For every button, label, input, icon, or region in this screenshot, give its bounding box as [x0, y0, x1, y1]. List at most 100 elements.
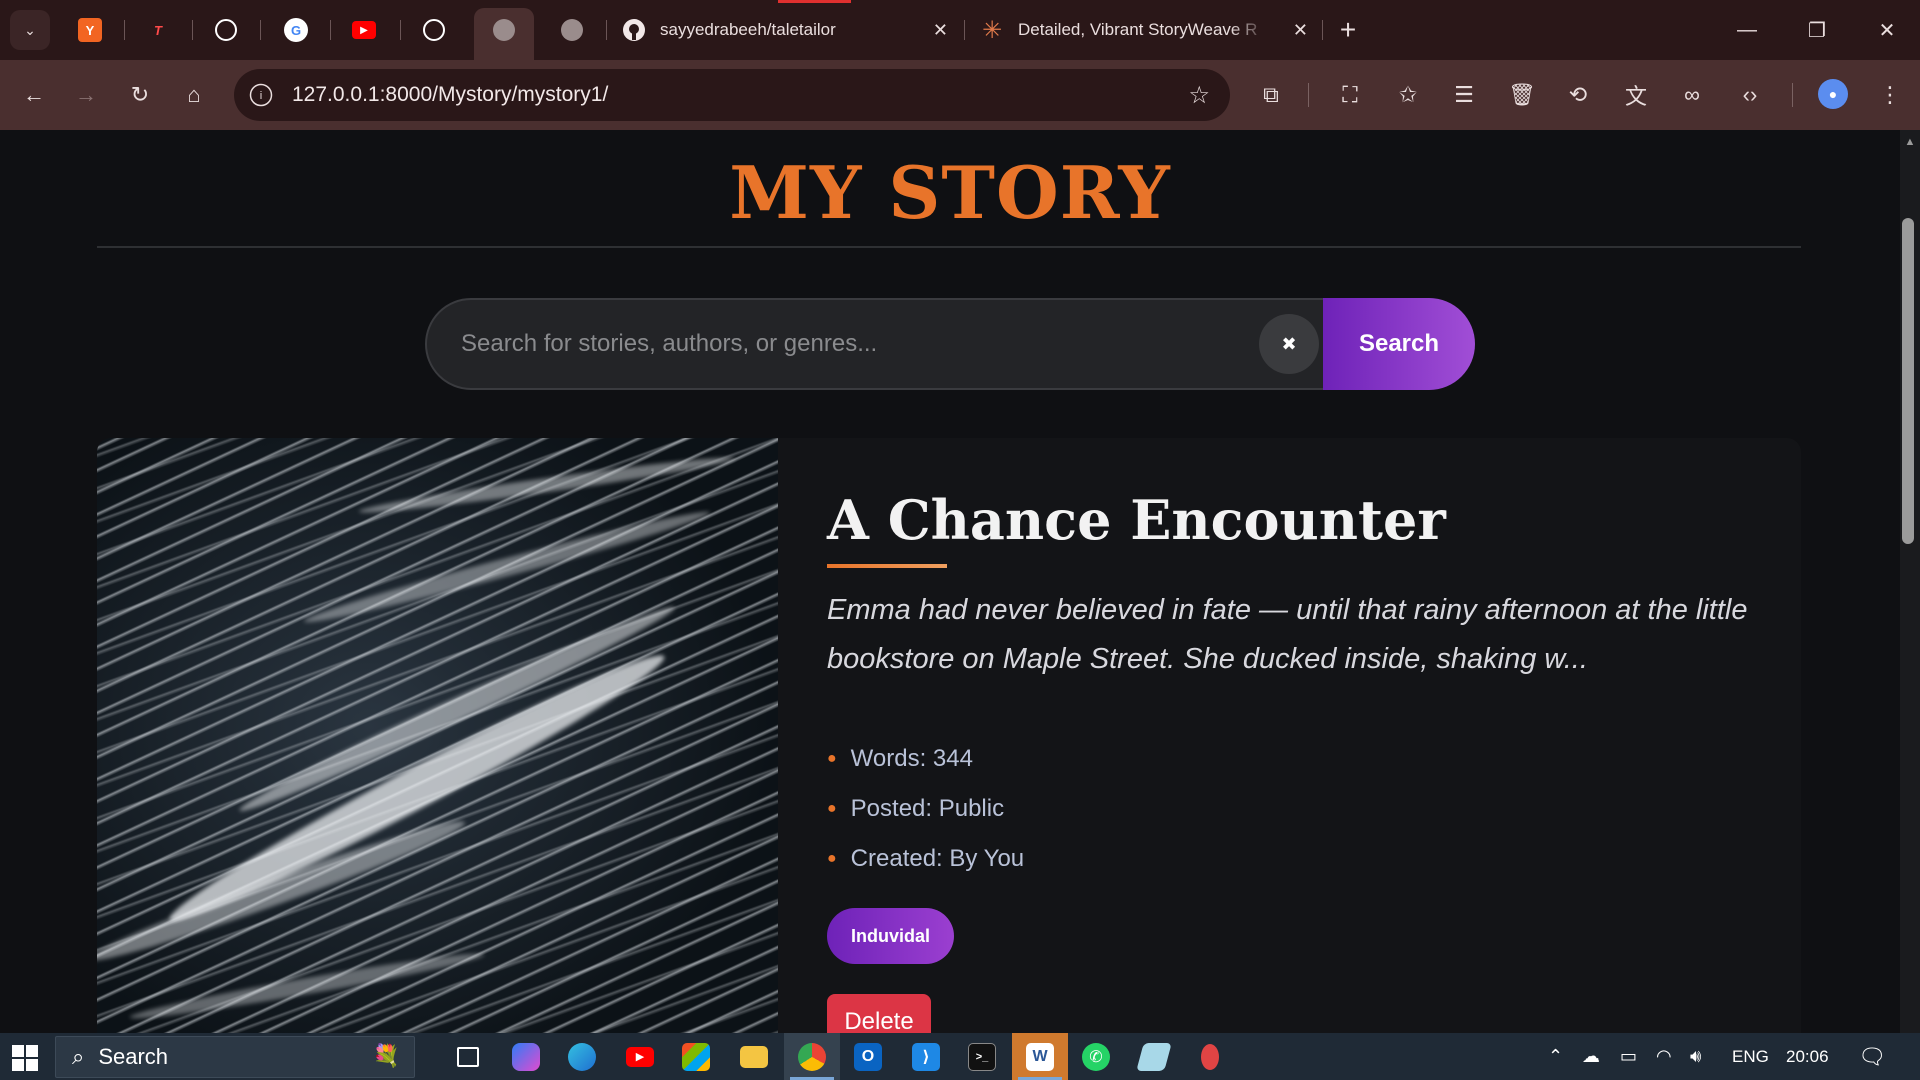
favorites-icon[interactable]: ✩ [1390, 77, 1426, 113]
toolbar-separator [1792, 83, 1793, 107]
address-bar[interactable]: i 127.0.0.1:8000/Mystory/mystory1/ ☆ [234, 69, 1230, 121]
clock[interactable]: 20:06 [1786, 1033, 1829, 1080]
restore-icon: ❐ [1808, 19, 1826, 42]
volume-icon[interactable]: 🔊︎ [1690, 1033, 1701, 1080]
taskbar-store[interactable] [668, 1033, 724, 1080]
onedrive-error-icon[interactable]: ☁ [1582, 1033, 1600, 1080]
minimize-button[interactable]: — [1712, 0, 1782, 60]
tab-search-button[interactable]: ⌄ [10, 10, 50, 50]
tab-github[interactable]: sayyedrabeeh/taletailor ✕ [622, 0, 962, 60]
code-icon[interactable]: ‹› [1732, 77, 1768, 113]
search-input[interactable] [461, 300, 1241, 388]
taskbar-terminal[interactable]: >_ [954, 1033, 1010, 1080]
globe-icon [493, 19, 515, 41]
vscode-icon: ⟩ [912, 1042, 940, 1071]
story-card: A Chance Encounter Emma had never believ… [97, 438, 1801, 1033]
clear-search-button[interactable]: ✖ [1259, 314, 1319, 374]
task-view-button[interactable] [440, 1033, 496, 1080]
taskbar-whatsapp[interactable]: ✆ [1068, 1033, 1124, 1080]
translate-icon[interactable]: 文 [1618, 77, 1654, 113]
scrollbar-thumb[interactable] [1902, 218, 1914, 544]
forward-button[interactable]: → [66, 75, 106, 115]
notes-icon [1136, 1042, 1172, 1071]
taskbar-chrome[interactable] [784, 1033, 840, 1080]
page-title: MY STORY [729, 150, 1171, 235]
taskbar-snip[interactable] [1182, 1033, 1238, 1080]
claude-icon: ✳ [981, 16, 1003, 44]
profile-icon: ● [1828, 86, 1838, 102]
close-icon[interactable]: ✕ [1293, 20, 1308, 41]
t-logo-icon: T [154, 22, 162, 38]
wifi-icon[interactable]: ◠ [1656, 1033, 1672, 1080]
meta-text: Words: 344 [850, 745, 973, 772]
meta-text: Posted: Public [850, 795, 1005, 822]
store-icon [682, 1042, 710, 1071]
pinned-tab[interactable]: G [262, 0, 330, 60]
trash-icon[interactable]: 🗑 [1504, 77, 1540, 113]
taskbar-search-label: Search [98, 1044, 169, 1069]
menu-dots-icon[interactable]: ⋮ [1872, 77, 1908, 113]
browser-tab-bar: ⌄ Y T G ▶ sayyedrabeeh/taletailor ✕ ✳ De… [0, 0, 1920, 60]
windows-start-icon[interactable] [12, 1045, 38, 1071]
toolbar-separator [1308, 83, 1309, 107]
home-icon: ⌂ [187, 82, 201, 107]
youtube-icon: ▶ [352, 21, 376, 39]
battery-icon[interactable]: ▭ [1620, 1033, 1637, 1080]
close-icon: ✖ [1281, 333, 1297, 354]
tab-separator [260, 20, 261, 40]
close-icon: ✕ [1878, 19, 1896, 42]
tab-separator [964, 20, 965, 40]
bookmark-star-icon[interactable]: ☆ [1188, 81, 1210, 110]
restore-button[interactable]: ❐ [1782, 0, 1852, 60]
back-button[interactable]: ← [14, 75, 54, 115]
github-icon [622, 18, 646, 42]
tab-storyweave[interactable]: ✳ Detailed, Vibrant StoryWeave R ✕ [980, 0, 1322, 60]
meta-words: ● Words: 344 [827, 734, 1024, 784]
incognito-icon[interactable]: ⛶ [1332, 77, 1368, 113]
scroll-up-icon[interactable]: ▲ [1900, 132, 1920, 152]
pinned-tab-active[interactable] [470, 0, 538, 60]
story-cover-image[interactable] [97, 438, 778, 1033]
delete-button[interactable]: Delete [827, 994, 931, 1033]
arrow-right-icon: → [75, 82, 97, 107]
new-tab-button[interactable]: + [1330, 12, 1366, 48]
taskbar-outlook[interactable]: O [840, 1033, 896, 1080]
task-view-icon [457, 1046, 479, 1067]
pinned-tab[interactable]: ▶ [330, 0, 398, 60]
bullet-icon: ● [827, 800, 837, 817]
browser-toolbar: ← → ↻ ⌂ i 127.0.0.1:8000/Mystory/mystory… [0, 60, 1920, 130]
link-icon[interactable]: ∞ [1674, 77, 1710, 113]
taskbar-vscode[interactable]: ⟩ [898, 1033, 954, 1080]
tab-separator [606, 20, 607, 40]
extensions-icon[interactable]: ⧉ [1253, 77, 1289, 113]
reload-button[interactable]: ↻ [120, 75, 160, 115]
reading-list-icon[interactable]: ☰ [1446, 77, 1482, 113]
tray-chevron-icon[interactable]: ⌃ [1548, 1033, 1563, 1080]
notification-icon[interactable]: 🗨 [1858, 1033, 1886, 1080]
snipping-icon [1201, 1043, 1219, 1070]
taskbar-copilot[interactable] [498, 1033, 554, 1080]
taskbar-notes[interactable] [1126, 1033, 1182, 1080]
language-indicator[interactable]: ENG [1732, 1033, 1769, 1080]
pinned-tab[interactable]: T [124, 0, 192, 60]
pinned-tab[interactable] [400, 0, 468, 60]
history-icon[interactable]: ⟲ [1560, 77, 1596, 113]
pinned-tab[interactable] [192, 0, 260, 60]
close-icon[interactable]: ✕ [933, 20, 948, 41]
taskbar-explorer[interactable] [726, 1033, 782, 1080]
taskbar-search[interactable]: ⌕ Search 💐 [55, 1036, 415, 1078]
pinned-tab[interactable]: Y [56, 0, 124, 60]
story-title[interactable]: A Chance Encounter [827, 488, 1446, 552]
story-tag-badge[interactable]: Induvidal [827, 908, 955, 964]
taskbar-youtube[interactable]: ▶ [612, 1033, 668, 1080]
meta-text: Created: By You [850, 845, 1025, 872]
taskbar-edge[interactable] [554, 1033, 610, 1080]
search-button[interactable]: Search [1323, 298, 1475, 390]
site-info-icon[interactable]: i [249, 83, 273, 107]
taskbar-word-app[interactable]: W [1012, 1033, 1068, 1080]
pinned-tab[interactable] [538, 0, 606, 60]
home-button[interactable]: ⌂ [174, 75, 214, 115]
close-window-button[interactable]: ✕ [1852, 0, 1920, 60]
profile-avatar[interactable]: ● [1818, 79, 1848, 109]
meta-created: ● Created: By You [827, 834, 1024, 884]
